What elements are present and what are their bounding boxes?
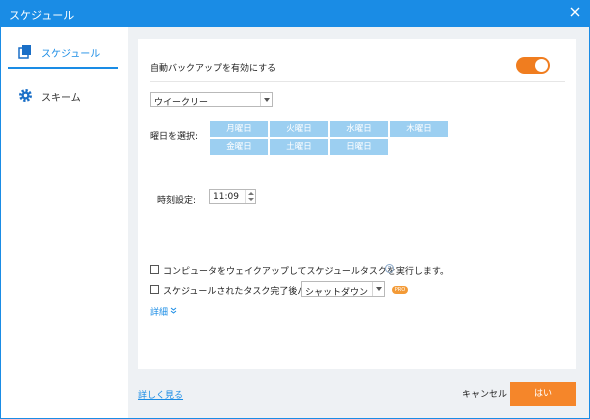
- cancel-button[interactable]: キャンセル: [462, 387, 507, 400]
- details-label: 詳細: [150, 308, 169, 318]
- title-bar: スケジュール: [0, 0, 590, 27]
- learn-more-link[interactable]: 詳しく見る: [138, 388, 183, 401]
- chevron-down-icon: [372, 282, 384, 296]
- chevron-down-icon: [260, 93, 272, 106]
- ok-button[interactable]: はい: [510, 382, 576, 406]
- day-button-wednesday[interactable]: 水曜日: [330, 121, 388, 137]
- day-button-tuesday[interactable]: 火曜日: [270, 121, 328, 137]
- day-button-friday[interactable]: 金曜日: [210, 139, 268, 155]
- gear-icon: [18, 88, 33, 103]
- time-spinner[interactable]: [245, 190, 255, 203]
- details-toggle[interactable]: 詳細: [150, 305, 177, 318]
- auto-backup-row: 自動バックアップを有効にする: [150, 57, 565, 82]
- pro-badge: PRO: [392, 286, 408, 294]
- sidebar: スケジュール スキーム: [1, 27, 128, 418]
- copy-icon: [18, 44, 33, 59]
- window-title: スケジュール: [9, 9, 75, 22]
- settings-panel: [138, 39, 576, 369]
- sidebar-item-scheme[interactable]: スキーム: [8, 79, 118, 113]
- day-button-monday[interactable]: 月曜日: [210, 121, 268, 137]
- sidebar-item-label: スキーム: [41, 93, 81, 104]
- after-task-select[interactable]: シャットダウン: [301, 281, 385, 298]
- day-select-label: 曜日を選択:: [150, 132, 199, 142]
- auto-backup-label: 自動バックアップを有効にする: [150, 64, 277, 74]
- time-input[interactable]: 11:09: [209, 189, 256, 204]
- frequency-select-value: ウイークリー: [154, 98, 209, 108]
- sidebar-item-label: スケジュール: [41, 49, 101, 60]
- sidebar-item-schedule[interactable]: スケジュール: [8, 35, 118, 69]
- day-button-sunday[interactable]: 日曜日: [330, 139, 388, 155]
- time-value: 11:09: [213, 192, 239, 202]
- day-button-thursday[interactable]: 木曜日: [390, 121, 448, 137]
- double-chevron-down-icon: [170, 307, 177, 314]
- time-label: 時刻設定:: [157, 196, 197, 206]
- toggle-knob: [535, 59, 548, 72]
- after-task-select-value: シャットダウン: [305, 288, 369, 298]
- close-icon[interactable]: [568, 5, 582, 19]
- spin-down-icon: [248, 198, 254, 201]
- wake-computer-checkbox[interactable]: [150, 265, 159, 274]
- auto-backup-toggle[interactable]: [516, 57, 550, 74]
- frequency-select[interactable]: ウイークリー: [150, 92, 273, 108]
- day-button-saturday[interactable]: 土曜日: [270, 139, 328, 155]
- help-icon[interactable]: ?: [385, 264, 394, 273]
- wake-computer-label: コンピュータをウェイクアップしてスケジュールタスクを実行します。: [163, 267, 450, 277]
- after-task-checkbox[interactable]: [150, 285, 159, 294]
- spin-up-icon: [248, 192, 254, 195]
